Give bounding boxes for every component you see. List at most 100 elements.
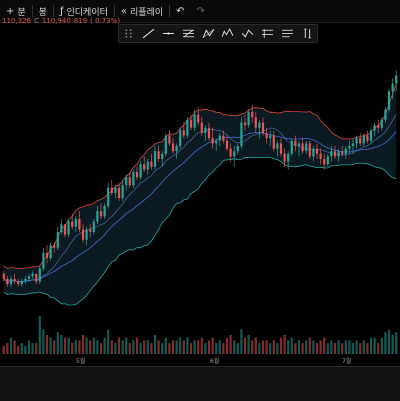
volume-bar	[319, 340, 322, 354]
volume-bar	[135, 337, 139, 354]
candle-body	[287, 153, 290, 162]
volume-bar	[261, 340, 265, 354]
projection-icon	[241, 29, 254, 38]
candle-body	[283, 153, 286, 162]
candle	[132, 169, 135, 188]
volume-bar	[53, 340, 56, 354]
candle-body	[53, 245, 56, 248]
candle-body	[384, 109, 387, 120]
volume-bar	[283, 335, 286, 354]
candle-body	[315, 148, 319, 154]
volume-bar	[297, 340, 301, 354]
candle-body	[247, 112, 250, 126]
candle-body	[348, 146, 351, 149]
candle-body	[305, 143, 308, 152]
time-axis[interactable]	[0, 366, 400, 401]
candle-body	[38, 268, 41, 282]
replay-button[interactable]: « 리플레이	[115, 5, 169, 18]
candle-body	[107, 187, 110, 206]
replay-label: 리플레이	[130, 7, 164, 18]
volume-bar	[312, 340, 315, 354]
candle-body	[24, 278, 27, 282]
candle	[290, 138, 293, 157]
candle-body	[175, 146, 178, 152]
volume-bar	[81, 335, 85, 354]
candle-body	[110, 187, 113, 193]
candle-body	[341, 151, 344, 154]
undo-button[interactable]: ↶	[170, 6, 190, 17]
volume-bar	[233, 340, 236, 354]
candle-body	[186, 119, 189, 136]
fib-retracement-icon	[182, 29, 194, 38]
candle-body	[373, 125, 376, 131]
volume-bar	[175, 340, 178, 354]
volume-bar	[387, 329, 391, 354]
candle-body	[128, 177, 131, 186]
candle-body	[125, 177, 128, 186]
volume-bar	[31, 343, 34, 354]
tool-brush[interactable]	[259, 27, 275, 41]
volume-bar	[330, 340, 333, 354]
volume-bar	[6, 343, 9, 354]
tool-elliott-wave[interactable]	[220, 27, 236, 41]
candle	[56, 226, 59, 251]
candle-body	[153, 151, 157, 167]
volume-bar	[265, 340, 268, 354]
volume-bar	[9, 337, 13, 354]
timeframe-selector[interactable]: + 분	[0, 5, 32, 18]
candle-body	[337, 151, 340, 157]
candle-body	[323, 159, 326, 165]
x-axis-label-may: 5월	[76, 358, 86, 365]
undo-icon: ↶	[176, 5, 185, 17]
chart-type-selector[interactable]: 봉	[33, 5, 53, 18]
drag-handle[interactable]	[121, 27, 137, 41]
volume-bar	[272, 340, 275, 354]
candle-body	[6, 278, 9, 285]
volume-bar	[355, 340, 358, 354]
candle-body	[362, 135, 365, 144]
volume-bar	[24, 345, 27, 354]
candle-body	[63, 224, 67, 235]
volume-bar	[161, 343, 164, 354]
x-axis-label-june: 6월	[210, 358, 220, 365]
candle	[38, 265, 41, 285]
candle-body	[265, 133, 268, 139]
candle-body	[182, 130, 185, 136]
tool-trend-line[interactable]	[141, 27, 157, 41]
tool-measure[interactable]	[299, 27, 315, 41]
indicator-icon: ƒ	[59, 5, 64, 17]
tool-projection[interactable]	[240, 27, 256, 41]
text-icon	[281, 29, 293, 38]
candle-body	[45, 252, 49, 259]
candle-body	[71, 221, 74, 227]
candle-body	[99, 211, 103, 217]
candle-body	[189, 119, 193, 128]
volume-bars	[2, 316, 398, 354]
candle	[42, 247, 45, 272]
price-chart[interactable]	[0, 0, 400, 400]
candle-body	[319, 153, 322, 159]
candle-body	[135, 172, 139, 178]
tool-fib-retracement[interactable]	[180, 27, 196, 41]
volume-bar	[13, 340, 16, 354]
candle-body	[222, 135, 225, 141]
volume-bar	[107, 329, 110, 354]
volume-bar	[20, 343, 23, 354]
horizontal-line-icon	[163, 32, 174, 35]
tool-horizontal-line[interactable]	[160, 27, 176, 41]
volume-bar	[56, 332, 59, 354]
volume-bar	[110, 340, 113, 354]
candle-body	[92, 221, 95, 232]
elliott-wave-icon	[222, 28, 234, 37]
redo-button[interactable]: ↷	[191, 6, 211, 17]
candle-body	[301, 143, 304, 152]
volume-bar	[305, 340, 308, 354]
indicators-button[interactable]: ƒ 인디케이터	[54, 5, 114, 18]
volume-bar	[380, 337, 383, 354]
candle-body	[391, 83, 394, 92]
redo-icon: ↷	[196, 5, 205, 17]
tool-pattern[interactable]	[200, 27, 216, 41]
volume-bar	[236, 343, 239, 354]
volume-bar	[182, 340, 185, 354]
tool-text[interactable]	[279, 27, 295, 41]
